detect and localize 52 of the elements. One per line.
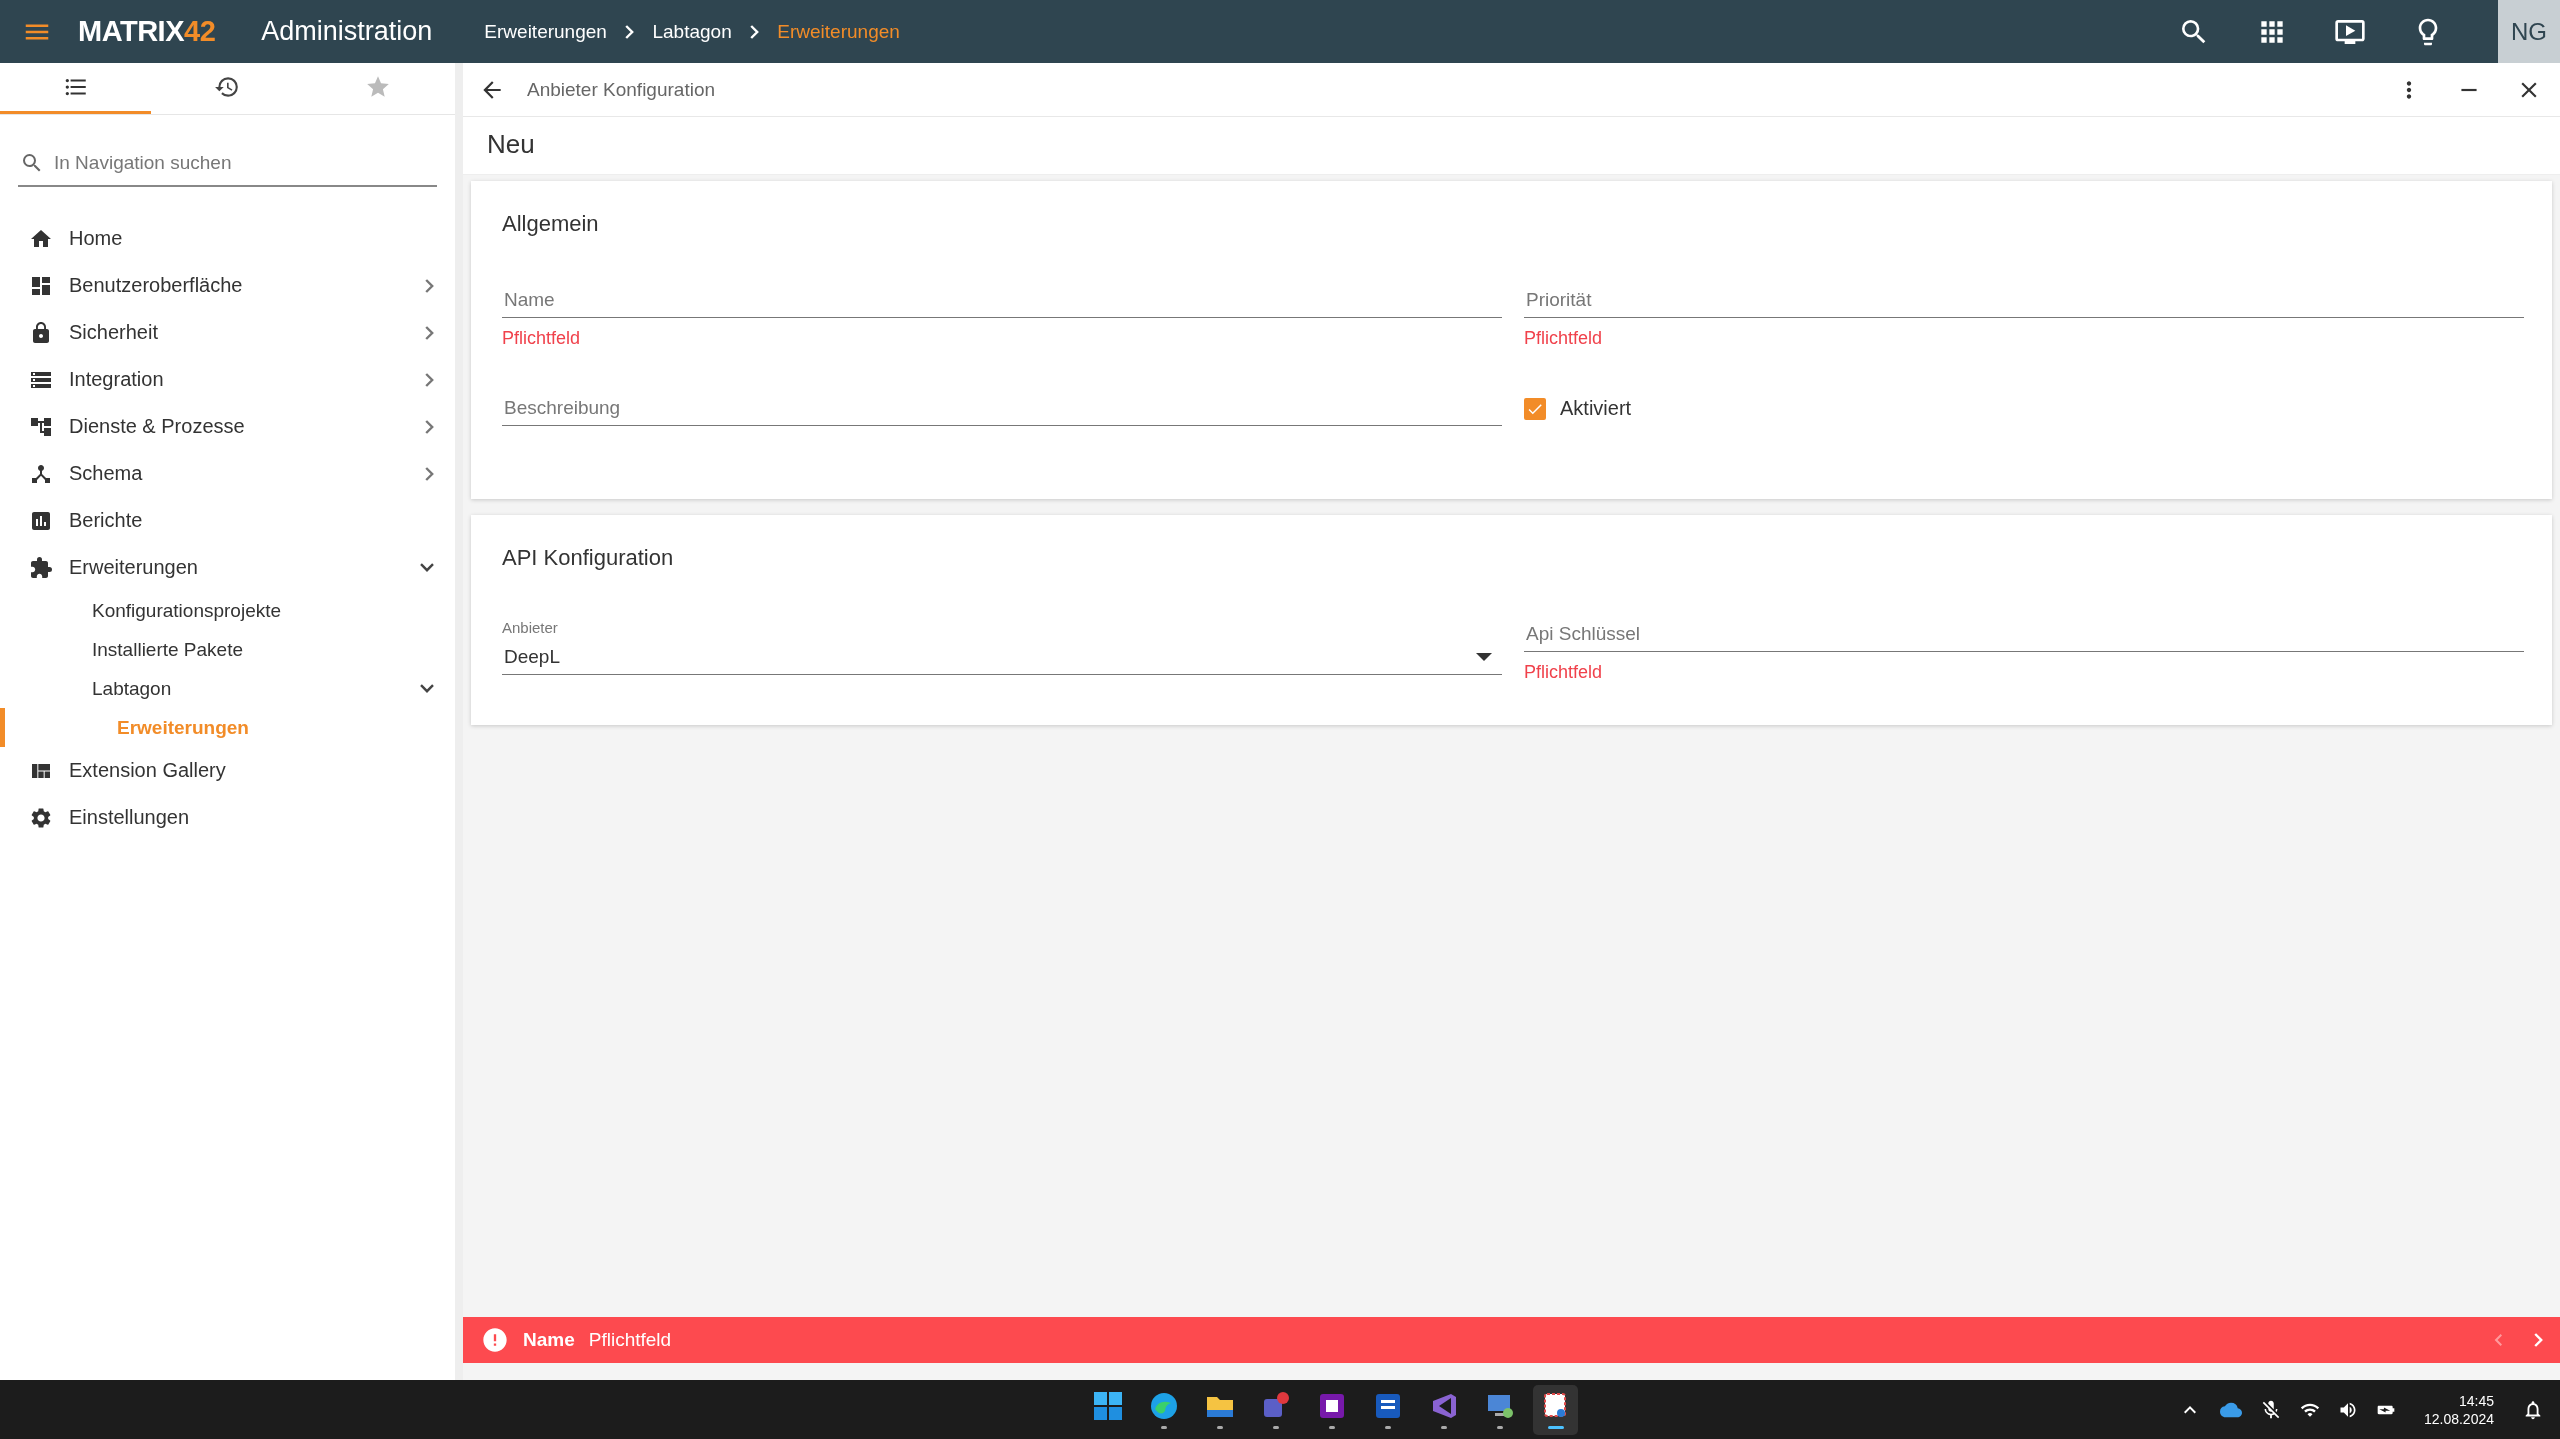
start-icon: [1092, 1390, 1123, 1421]
alert-icon: [481, 1326, 509, 1354]
chevron-right-icon: [425, 277, 435, 294]
breadcrumb-link[interactable]: Labtagon: [652, 20, 732, 43]
chevron-right-icon: [2534, 1332, 2544, 1348]
nav-item[interactable]: Dienste & Prozesse: [0, 403, 455, 450]
nav-item[interactable]: Extension Gallery: [0, 747, 455, 794]
field-label: Anbieter: [502, 619, 559, 636]
chevron-down-icon: [419, 562, 435, 573]
chevron-right-icon: [425, 324, 435, 341]
caret-icon: [1476, 653, 1492, 661]
chevron-left-icon: [2494, 1333, 2503, 1347]
checkbox[interactable]: [1524, 397, 1546, 420]
error-text: Pflichtfeld: [1524, 328, 1604, 349]
card-title: Allgemein: [502, 211, 600, 237]
browser-icon: [1148, 1390, 1179, 1421]
nav-item[interactable]: Berichte: [0, 497, 455, 544]
taskbar-app[interactable]: [1533, 1384, 1579, 1435]
search-field[interactable]: In Navigation suchen: [52, 151, 435, 175]
settings-icon: [29, 805, 53, 830]
clock-time: 14:45: [2458, 1391, 2494, 1410]
breadcrumb-link[interactable]: Erweiterungen: [484, 20, 607, 43]
nav-item[interactable]: Installierte Pakete: [0, 630, 455, 669]
nav-item[interactable]: Schema: [0, 450, 455, 497]
card-title: API Konfiguration: [502, 545, 675, 571]
breadcrumb-link[interactable]: Erweiterungen: [777, 20, 900, 43]
nav-item[interactable]: Konfigurationsprojekte: [0, 591, 455, 630]
nav-item[interactable]: Integration: [0, 356, 455, 403]
history-icon: [213, 74, 240, 100]
user-avatar[interactable]: NG: [2498, 0, 2560, 63]
nav-item[interactable]: Erweiterungen: [0, 544, 455, 591]
clock-date: 12.08.2024: [2423, 1409, 2494, 1428]
error-text: Pflichtfeld: [502, 328, 582, 349]
nav-item[interactable]: Einstellungen: [0, 794, 455, 841]
chevron-down-icon: [419, 683, 435, 694]
logo: MATRIX42: [78, 15, 216, 48]
nav-item[interactable]: Labtagon: [0, 669, 455, 708]
dropdown-field[interactable]: DeepL: [502, 642, 1502, 675]
chevron-right-icon: [749, 23, 760, 40]
chevron-right-icon: [425, 465, 435, 482]
chevron-right-icon: [425, 418, 435, 435]
error-message: Pflichtfeld: [588, 1329, 673, 1351]
panel-title: Anbieter Konfiguration: [527, 78, 716, 101]
chevron-right-icon: [624, 23, 635, 40]
chevron-right-icon: [425, 371, 435, 388]
error-text: Pflichtfeld: [1524, 662, 1604, 683]
checkbox-label: Aktiviert: [1560, 397, 1632, 420]
puzzle-icon: [29, 555, 53, 580]
nav-item[interactable]: Benutzeroberfläche: [0, 262, 455, 309]
nav-item[interactable]: Sicherheit: [0, 309, 455, 356]
app-title: Administration: [261, 16, 433, 47]
nav-item[interactable]: Home: [0, 215, 455, 262]
